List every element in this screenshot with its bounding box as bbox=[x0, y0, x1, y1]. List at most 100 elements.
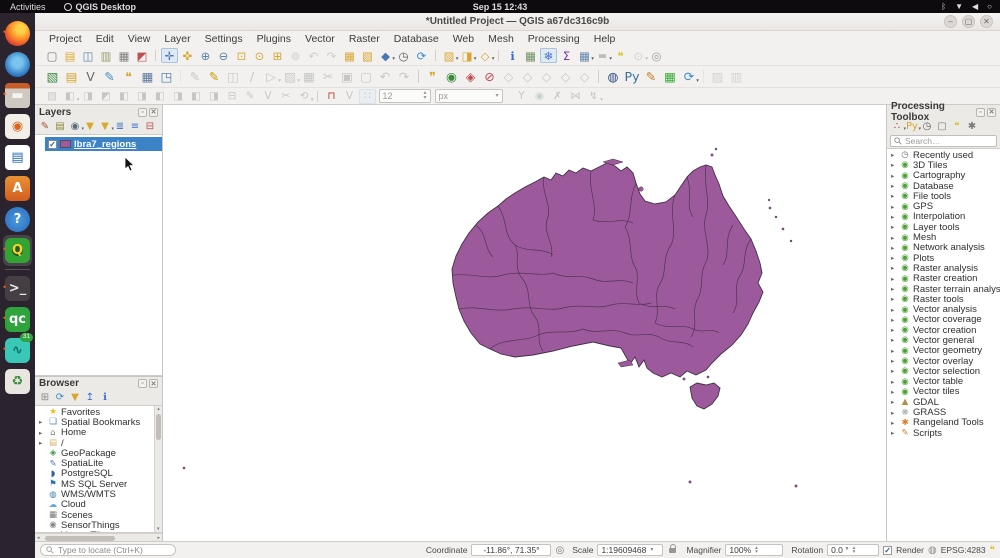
coordinate-field[interactable]: -11.86°, 71.35° bbox=[471, 544, 551, 556]
properties-widget-icon[interactable]: ℹ bbox=[98, 391, 112, 404]
zoom-in-icon[interactable]: ⊕ bbox=[197, 48, 214, 63]
render-checkbox[interactable]: ✓ bbox=[883, 546, 892, 555]
add-vector-layer-icon[interactable]: ▤ bbox=[63, 68, 81, 85]
Plugins[interactable]: Plugins bbox=[251, 33, 297, 45]
style-manager-icon[interactable]: ◩ bbox=[134, 48, 151, 63]
attributes-grid-icon[interactable]: ▦ bbox=[576, 48, 593, 63]
temporal-controller-icon[interactable]: ◷ bbox=[395, 48, 412, 63]
snapping-dots-icon[interactable]: ∷ bbox=[359, 89, 376, 104]
filter-legend-icon[interactable]: ▼ bbox=[83, 120, 97, 133]
thunderbird-icon[interactable] bbox=[3, 49, 32, 80]
plugin-extra1-icon[interactable]: ▨ bbox=[709, 68, 727, 85]
spatial-bookmarks-icon[interactable]: ◆ bbox=[377, 48, 394, 63]
models-menu-icon[interactable]: ∴ bbox=[890, 120, 904, 133]
zoom-last-icon[interactable]: ↶ bbox=[305, 48, 322, 63]
processing-close-button[interactable]: ✕ bbox=[987, 108, 996, 117]
epsg-status[interactable]: EPSG:4283 bbox=[941, 545, 986, 555]
browser-vertical-scrollbar[interactable]: ▴▾ bbox=[154, 406, 162, 532]
project-open-icon[interactable]: ▤ bbox=[62, 48, 79, 63]
results-viewer-icon[interactable]: ▢ bbox=[935, 120, 949, 133]
clock[interactable]: Sep 15 12:43 bbox=[0, 2, 1000, 12]
paste-features-icon[interactable]: ▢ bbox=[357, 68, 375, 85]
redo-icon[interactable]: ↷ bbox=[395, 68, 413, 85]
Mesh[interactable]: Mesh bbox=[482, 33, 520, 45]
snapping-magnet-icon[interactable]: ⊓ bbox=[323, 89, 340, 104]
power-icon[interactable]: ○ bbox=[987, 2, 992, 11]
mesh-tool-8-icon[interactable]: ◧ bbox=[188, 89, 205, 104]
add-mesh-layer-icon[interactable]: ✎ bbox=[101, 68, 119, 85]
Cartography[interactable]: ▸ ◉ Cartography bbox=[887, 171, 1000, 181]
WMS/WMTS[interactable]: ◍ WMS/WMTS bbox=[35, 489, 162, 499]
size-spinbox[interactable]: 12▴▾ bbox=[379, 89, 431, 103]
Vector coverage[interactable]: ▸ ◉ Vector coverage bbox=[887, 315, 1000, 325]
magnifier-spinbox[interactable]: 100%▴▾ bbox=[725, 544, 783, 556]
add-delimited-text-icon[interactable]: ❝ bbox=[120, 68, 138, 85]
mesh-tool-9-icon[interactable]: ◨ bbox=[206, 89, 223, 104]
Database[interactable]: Database bbox=[388, 33, 445, 45]
new-print-layout-icon[interactable]: ▥ bbox=[98, 48, 115, 63]
data-source-manager-icon[interactable]: ▧ bbox=[44, 68, 62, 85]
modify-attributes-icon[interactable]: ▨ bbox=[281, 68, 299, 85]
libreoffice-writer-icon[interactable]: ▤ bbox=[3, 142, 32, 173]
label-pin-icon[interactable]: ⊘ bbox=[481, 68, 499, 85]
layer-diagram-icon[interactable]: ◉ bbox=[443, 68, 461, 85]
search-layers-icon[interactable]: ⊙ bbox=[630, 48, 647, 63]
map-tips-icon[interactable]: ❝ bbox=[612, 48, 629, 63]
copy-features-icon[interactable]: ▣ bbox=[338, 68, 356, 85]
expand-all-icon[interactable]: ≣ bbox=[113, 120, 127, 133]
processing-float-button[interactable]: ▫ bbox=[976, 108, 985, 117]
measure-icon[interactable]: ═ bbox=[594, 48, 611, 63]
history-icon[interactable]: ◷ bbox=[920, 120, 934, 133]
mesh-tool-5-icon[interactable]: ◨ bbox=[134, 89, 151, 104]
extents-toggle-icon[interactable]: ◎ bbox=[555, 545, 564, 556]
mesh-digitizing-icon[interactable]: ▨ bbox=[44, 89, 61, 104]
layers-float-button[interactable]: ▫ bbox=[138, 108, 147, 117]
bowtie-icon[interactable]: ⋈ bbox=[567, 89, 584, 104]
filter-browser-icon[interactable]: ▼ bbox=[68, 391, 82, 404]
vertex-tool-icon[interactable]: ▷ bbox=[262, 68, 280, 85]
help-icon[interactable]: ? bbox=[3, 204, 32, 235]
mesh-vertex-icon[interactable]: V bbox=[260, 89, 277, 104]
Settings[interactable]: Settings bbox=[199, 33, 249, 45]
open-layer-styling-icon[interactable]: ✎ bbox=[38, 120, 52, 133]
metasearch-icon[interactable]: ◍ bbox=[604, 68, 622, 85]
mesh-tool-3-icon[interactable]: ◩ bbox=[98, 89, 115, 104]
SpatiaLite[interactable]: ✎ SpatiaLite bbox=[35, 458, 162, 468]
refresh-browser-icon[interactable]: ⟳ bbox=[53, 391, 67, 404]
collapse-browser-icon[interactable]: ↥ bbox=[83, 391, 97, 404]
Vector table[interactable]: ▸ ◉ Vector table bbox=[887, 377, 1000, 387]
MS SQL Server[interactable]: ⚑ MS SQL Server bbox=[35, 479, 162, 489]
Raster[interactable]: Raster bbox=[343, 33, 386, 45]
label-change-icon[interactable]: ◇ bbox=[557, 68, 575, 85]
browser-horizontal-scrollbar[interactable]: ◂▸ bbox=[35, 533, 162, 541]
network-icon[interactable]: ▼ bbox=[955, 2, 963, 11]
locate-input[interactable]: Type to locate (Ctrl+K) bbox=[40, 544, 176, 556]
zoom-out-icon[interactable]: ⊖ bbox=[215, 48, 232, 63]
GDAL[interactable]: ▸ ▲ GDAL bbox=[887, 397, 1000, 407]
map-canvas[interactable] bbox=[163, 105, 886, 541]
Database[interactable]: ▸ ◉ Database bbox=[887, 181, 1000, 191]
lock-scale-icon[interactable] bbox=[669, 548, 676, 553]
terminal-icon[interactable]: • >_ bbox=[3, 273, 32, 304]
trash-icon[interactable]: ♻ bbox=[3, 366, 32, 397]
select-features-icon[interactable]: ▧ bbox=[441, 48, 458, 63]
Project[interactable]: Project bbox=[43, 33, 88, 45]
Interpolation[interactable]: ▸ ◉ Interpolation bbox=[887, 212, 1000, 222]
mesh-tool-1-icon[interactable]: ◧ bbox=[62, 89, 79, 104]
processing-search-input[interactable]: Search… bbox=[890, 135, 997, 147]
label-rotate-icon[interactable]: ◇ bbox=[538, 68, 556, 85]
Vector creation[interactable]: ▸ ◉ Vector creation bbox=[887, 325, 1000, 335]
pan-map-icon[interactable]: ✛ bbox=[161, 48, 178, 63]
mesh-scissors-icon[interactable]: ✂ bbox=[278, 89, 295, 104]
mesh-tool-4-icon[interactable]: ◧ bbox=[116, 89, 133, 104]
topology-icon[interactable]: Y bbox=[513, 89, 530, 104]
scripts-menu-icon[interactable]: Py bbox=[905, 120, 919, 133]
bluetooth-icon[interactable]: ᛒ bbox=[941, 2, 946, 11]
layers-close-button[interactable]: ✕ bbox=[149, 108, 158, 117]
Home[interactable]: ▸ ⌂ Home bbox=[35, 428, 162, 438]
layout-manager-icon[interactable]: ▦ bbox=[116, 48, 133, 63]
scale-combobox[interactable]: 1:19609468▾ bbox=[597, 544, 663, 556]
annotation-pin-icon[interactable]: ⊟ bbox=[224, 89, 241, 104]
tracing-icon[interactable]: ◉ bbox=[531, 89, 548, 104]
File tools[interactable]: ▸ ◉ File tools bbox=[887, 191, 1000, 201]
